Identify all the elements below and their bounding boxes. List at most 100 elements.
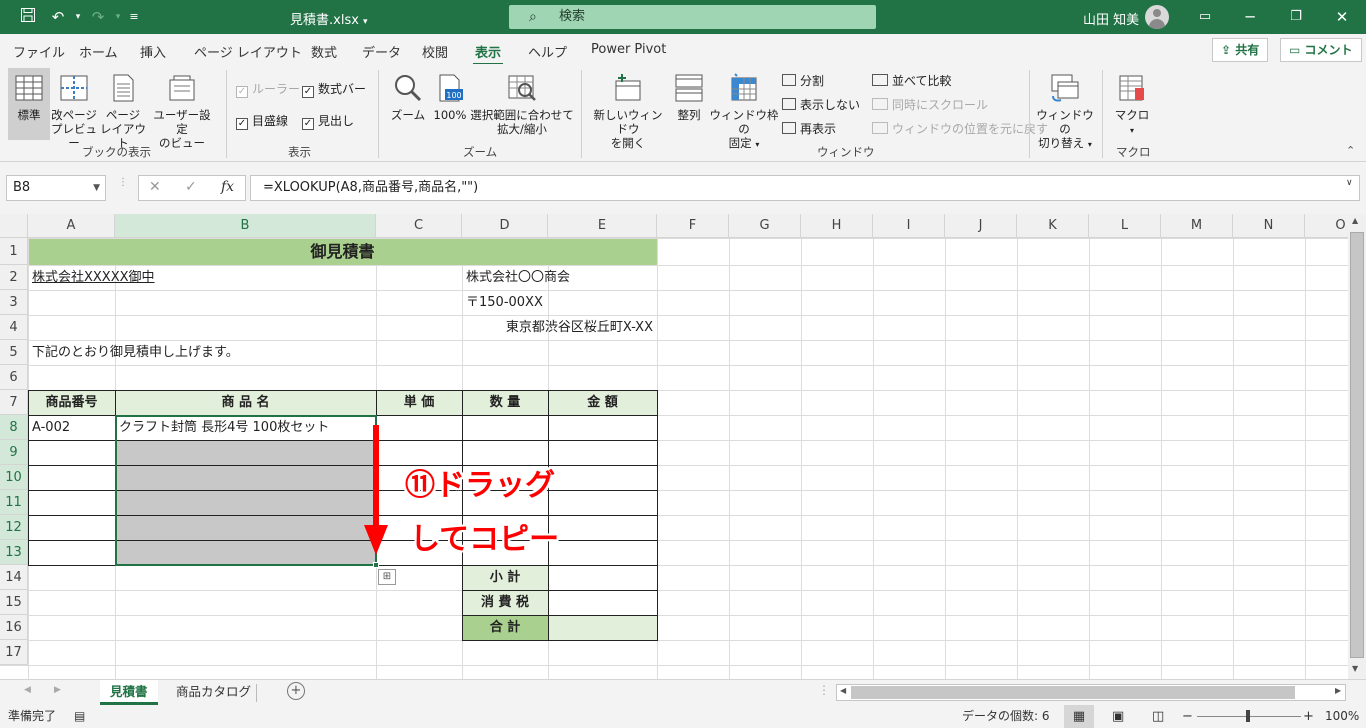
- scroll-thumb[interactable]: [851, 686, 1295, 699]
- auto-fill-options-icon[interactable]: ⊞: [378, 569, 396, 585]
- page-layout-status-icon[interactable]: ▣: [1112, 705, 1124, 728]
- formula-bar-checkbox[interactable]: ✓ 数式バー: [302, 80, 366, 98]
- custom-views-button[interactable]: ユーザー設定 のビュー: [148, 72, 216, 150]
- column-header-l[interactable]: L: [1089, 214, 1161, 238]
- tab-insert[interactable]: 挿入: [140, 42, 166, 61]
- row-header-15[interactable]: 15: [0, 590, 28, 615]
- column-header-k[interactable]: K: [1017, 214, 1089, 238]
- cancel-icon[interactable]: ✕: [149, 179, 161, 195]
- zoom-out-icon[interactable]: −: [1182, 705, 1193, 728]
- normal-view-button[interactable]: 標準: [8, 68, 50, 140]
- sheet-tab-catalog[interactable]: 商品カタログ: [166, 680, 261, 705]
- gridlines-checkbox[interactable]: ✓ 目盛線: [236, 112, 288, 130]
- close-icon[interactable]: ✕: [1332, 7, 1352, 27]
- undo-dropdown-icon[interactable]: ▾: [68, 7, 88, 27]
- zoom-in-icon[interactable]: +: [1303, 705, 1314, 728]
- tab-review[interactable]: 校閲: [422, 42, 448, 61]
- horizontal-scrollbar[interactable]: ◀ ▶: [836, 684, 1346, 701]
- column-header-m[interactable]: M: [1161, 214, 1233, 238]
- name-box[interactable]: B8 ▼: [6, 175, 106, 201]
- tab-data[interactable]: データ: [362, 42, 401, 61]
- column-header-h[interactable]: H: [801, 214, 873, 238]
- row-header-7[interactable]: 7: [0, 390, 28, 415]
- row-header-8[interactable]: 8: [0, 415, 28, 440]
- normal-view-status-icon[interactable]: ▦: [1064, 705, 1094, 728]
- unhide-window-button[interactable]: 再表示: [782, 120, 836, 137]
- zoom-to-selection-button[interactable]: 選択範囲に合わせて 拡大/縮小: [470, 72, 574, 136]
- column-header-j[interactable]: J: [945, 214, 1017, 238]
- expand-formula-bar-icon[interactable]: ∨: [1346, 178, 1353, 188]
- macros-button[interactable]: マクロ ▾: [1110, 72, 1154, 138]
- row-header-4[interactable]: 4: [0, 315, 28, 340]
- prev-sheet-icon[interactable]: ◀: [24, 685, 31, 695]
- user-name[interactable]: 山田 知美: [1083, 9, 1139, 28]
- switch-windows-button[interactable]: ウィンドウの 切り替え ▾: [1034, 72, 1096, 152]
- hide-window-button[interactable]: 表示しない: [782, 96, 860, 113]
- row-header-1[interactable]: 1: [0, 238, 28, 265]
- sheet-tab-estimate[interactable]: 見積書: [100, 680, 158, 705]
- enter-icon[interactable]: ✓: [185, 179, 197, 195]
- row-header-9[interactable]: 9: [0, 440, 28, 465]
- zoom-button[interactable]: ズーム: [388, 72, 428, 122]
- minimize-icon[interactable]: ─: [1240, 7, 1260, 27]
- select-all-corner[interactable]: [0, 214, 28, 238]
- scroll-down-arrow-icon[interactable]: ▼: [1352, 664, 1358, 673]
- undo-icon[interactable]: ↶: [48, 7, 68, 27]
- row-header-6[interactable]: 6: [0, 365, 28, 390]
- page-layout-view-button[interactable]: ページ レイアウト: [98, 72, 148, 150]
- share-button[interactable]: ⇪ 共有: [1212, 38, 1269, 62]
- restore-icon[interactable]: ❐: [1286, 7, 1306, 27]
- view-side-by-side-button[interactable]: 並べて比較: [872, 72, 952, 89]
- column-header-g[interactable]: G: [729, 214, 801, 238]
- row-header-10[interactable]: 10: [0, 465, 28, 490]
- tab-home[interactable]: ホーム: [79, 42, 118, 61]
- accessibility-icon[interactable]: ▤: [74, 705, 85, 728]
- tab-formulas[interactable]: 数式: [311, 42, 337, 61]
- add-sheet-icon[interactable]: +: [287, 682, 305, 700]
- next-sheet-icon[interactable]: ▶: [54, 685, 61, 695]
- split-button[interactable]: 分割: [782, 72, 824, 89]
- row-header-13[interactable]: 13: [0, 540, 28, 565]
- avatar[interactable]: [1145, 5, 1169, 29]
- search-box[interactable]: ⌕ 検索: [509, 5, 876, 29]
- headings-checkbox[interactable]: ✓ 見出し: [302, 112, 354, 130]
- scroll-thumb[interactable]: [1350, 232, 1364, 658]
- ribbon-display-options-icon[interactable]: ▭: [1195, 7, 1215, 27]
- row-header-12[interactable]: 12: [0, 515, 28, 540]
- arrange-all-button[interactable]: 整列: [672, 72, 706, 122]
- column-header-d[interactable]: D: [462, 214, 548, 238]
- scroll-up-arrow-icon[interactable]: ▲: [1352, 216, 1358, 225]
- column-header-b[interactable]: B: [115, 214, 376, 238]
- scroll-right-arrow-icon[interactable]: ▶: [1335, 686, 1341, 695]
- save-icon[interactable]: [18, 7, 38, 27]
- row-header-11[interactable]: 11: [0, 490, 28, 515]
- tab-power-pivot[interactable]: Power Pivot: [591, 42, 666, 57]
- row-header-3[interactable]: 3: [0, 290, 28, 315]
- page-break-status-icon[interactable]: ◫: [1152, 705, 1164, 728]
- collapse-ribbon-icon[interactable]: ⌃: [1346, 144, 1355, 157]
- column-header-i[interactable]: I: [873, 214, 945, 238]
- new-window-button[interactable]: 新しいウィンドウ を開く: [588, 72, 668, 150]
- tab-view[interactable]: 表示: [472, 42, 504, 66]
- vertical-scrollbar[interactable]: ▲ ▼: [1348, 214, 1366, 679]
- zoom-level[interactable]: 100%: [1325, 705, 1359, 728]
- column-header-c[interactable]: C: [376, 214, 462, 238]
- column-header-f[interactable]: F: [657, 214, 729, 238]
- column-header-e[interactable]: E: [548, 214, 657, 238]
- column-header-n[interactable]: N: [1233, 214, 1305, 238]
- zoom-100-button[interactable]: 100 100%: [430, 72, 470, 122]
- freeze-panes-button[interactable]: ウィンドウ枠の 固定 ▾: [708, 72, 780, 152]
- comments-button[interactable]: ▭ コメント: [1280, 38, 1362, 62]
- row-header-5[interactable]: 5: [0, 340, 28, 365]
- tab-file[interactable]: ファイル: [13, 42, 65, 61]
- customize-qat-icon[interactable]: ≡: [124, 7, 144, 27]
- window-title[interactable]: 見積書.xlsx ▾: [290, 9, 368, 28]
- row-header-14[interactable]: 14: [0, 565, 28, 590]
- tab-help[interactable]: ヘルプ: [528, 42, 567, 61]
- zoom-slider-thumb[interactable]: [1246, 710, 1250, 722]
- tab-page-layout[interactable]: ページ レイアウト: [194, 42, 302, 61]
- insert-function-icon[interactable]: fx: [221, 179, 234, 195]
- column-header-a[interactable]: A: [28, 214, 115, 238]
- scroll-left-arrow-icon[interactable]: ◀: [840, 686, 846, 695]
- row-header-17[interactable]: 17: [0, 640, 28, 665]
